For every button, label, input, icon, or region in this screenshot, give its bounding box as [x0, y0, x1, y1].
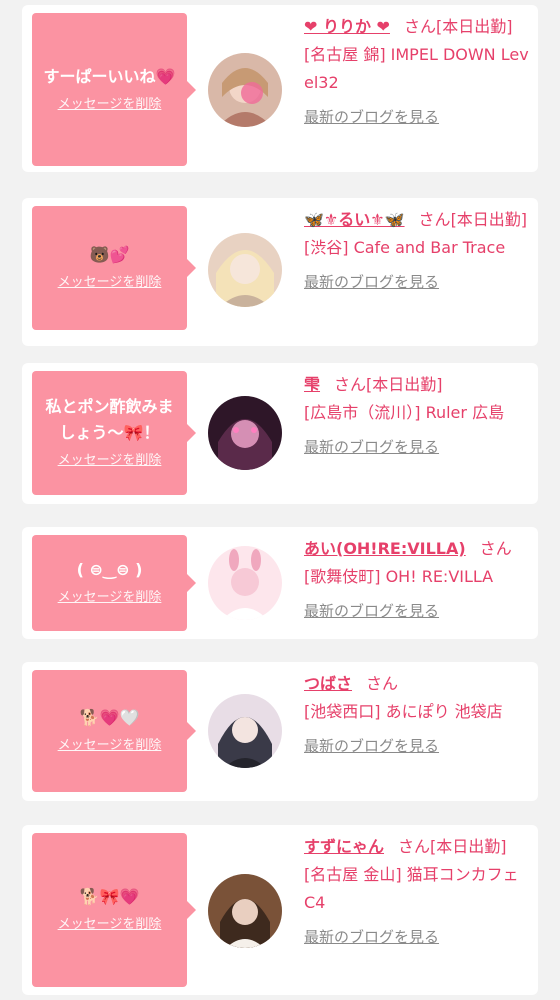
message-text: 🐕🎀💗 [79, 887, 140, 906]
message-list: すーぱーいいね💗 メッセージを削除 ❤ りりか ❤ さん[本日出勤] [名古屋 錦… [0, 0, 560, 1000]
avatar-image [208, 233, 282, 307]
cast-name-link[interactable]: 🦋⚜るい⚜🦋 [304, 210, 405, 229]
avatar[interactable] [208, 233, 282, 307]
shop-name: [名古屋 金山] 猫耳コンカフェ C4 [304, 865, 519, 912]
avatar[interactable] [208, 694, 282, 768]
latest-blog-link[interactable]: 最新のブログを見る [304, 923, 439, 951]
shop-name: [渋谷] Cafe and Bar Trace [304, 238, 506, 257]
message-card: 🐕💗🤍 メッセージを削除 つばさ さん [池袋西口] あにぽり 池袋店 最新のブロ… [22, 662, 538, 801]
message-bubble: 🐕💗🤍 メッセージを削除 [32, 670, 196, 792]
delete-message-link[interactable]: メッセージを削除 [58, 914, 162, 936]
latest-blog-link[interactable]: 最新のブログを見る [304, 103, 439, 131]
message-card: 🐕🎀💗 メッセージを削除 すずにゃん さん[本日出勤] [名古屋 金山] 猫耳コン… [22, 825, 538, 995]
latest-blog-link[interactable]: 最新のブログを見る [304, 732, 439, 760]
avatar-image [208, 396, 282, 470]
attendance-status: [本日出勤] [435, 17, 513, 36]
latest-blog-link[interactable]: 最新のブログを見る [304, 597, 439, 625]
message-card: 私とポン酢飲みましょう〜🎀！ メッセージを削除 雫さん[本日出勤] [広島市（流… [22, 363, 538, 504]
avatar[interactable] [208, 874, 282, 948]
latest-blog-link[interactable]: 最新のブログを見る [304, 268, 439, 296]
cast-name-link[interactable]: ❤ りりか ❤ [304, 17, 390, 36]
cast-name-link[interactable]: つばさ [304, 674, 352, 693]
message-text: 私とポン酢飲みましょう〜🎀！ [45, 397, 174, 442]
honorific: さん [403, 17, 436, 36]
latest-blog-link[interactable]: 最新のブログを見る [304, 433, 439, 461]
cast-info: 雫さん[本日出勤] [広島市（流川）] Ruler 広島 最新のブログを見る [304, 371, 530, 461]
cast-name-link[interactable]: あい(OH!RE:VILLA) [304, 539, 466, 558]
avatar-image [208, 53, 282, 127]
message-card: 🐻💕 メッセージを削除 🦋⚜るい⚜🦋 さん[本日出勤] [渋谷] Cafe and… [22, 198, 538, 346]
message-bubble: 🐕🎀💗 メッセージを削除 [32, 833, 196, 987]
message-card: すーぱーいいね💗 メッセージを削除 ❤ りりか ❤ さん[本日出勤] [名古屋 錦… [22, 5, 538, 172]
shop-name: [歌舞伎町] OH! RE:VILLA [304, 567, 494, 586]
delete-message-link[interactable]: メッセージを削除 [58, 450, 162, 472]
message-text: 🐻💕 [89, 245, 130, 264]
message-text: すーぱーいいね💗 [43, 66, 176, 86]
honorific: さん [366, 674, 399, 693]
delete-message-link[interactable]: メッセージを削除 [58, 94, 162, 116]
avatar[interactable] [208, 53, 282, 127]
delete-message-link[interactable]: メッセージを削除 [58, 272, 162, 294]
message-text: ( ⊜‿⊜ ) [76, 560, 143, 579]
cast-info: すずにゃん さん[本日出勤] [名古屋 金山] 猫耳コンカフェ C4 最新のブログ… [304, 833, 530, 951]
message-card: ( ⊜‿⊜ ) メッセージを削除 あい(OH!RE:VILLA) さん [歌舞伎町… [22, 527, 538, 639]
avatar-image [208, 546, 282, 620]
cast-name-link[interactable]: 雫 [304, 375, 320, 394]
message-bubble: すーぱーいいね💗 メッセージを削除 [32, 13, 196, 166]
delete-message-link[interactable]: メッセージを削除 [58, 735, 162, 757]
cast-info: ❤ りりか ❤ さん[本日出勤] [名古屋 錦] IMPEL DOWN Level… [304, 13, 530, 131]
shop-name: [広島市（流川）] Ruler 広島 [304, 403, 505, 422]
message-bubble: 🐻💕 メッセージを削除 [32, 206, 196, 330]
cast-name-link[interactable]: すずにゃん [304, 837, 384, 856]
honorific: さん [398, 837, 431, 856]
shop-name: [池袋西口] あにぽり 池袋店 [304, 702, 503, 721]
delete-message-link[interactable]: メッセージを削除 [58, 587, 162, 609]
message-bubble: 私とポン酢飲みましょう〜🎀！ メッセージを削除 [32, 371, 196, 495]
avatar[interactable] [208, 396, 282, 470]
cast-info: 🦋⚜るい⚜🦋 さん[本日出勤] [渋谷] Cafe and Bar Trace 最… [304, 206, 530, 296]
honorific: さん [479, 539, 512, 558]
attendance-status: [本日出勤] [366, 375, 443, 394]
avatar-image [208, 874, 282, 948]
attendance-status: [本日出勤] [430, 837, 507, 856]
shop-name: [名古屋 錦] IMPEL DOWN Level32 [304, 45, 529, 92]
honorific: さん [334, 375, 367, 394]
cast-info: あい(OH!RE:VILLA) さん [歌舞伎町] OH! RE:VILLA 最新… [304, 535, 530, 625]
attendance-status: [本日出勤] [450, 210, 528, 229]
avatar-image [208, 694, 282, 768]
cast-info: つばさ さん [池袋西口] あにぽり 池袋店 最新のブログを見る [304, 670, 530, 760]
avatar[interactable] [208, 546, 282, 620]
message-text: 🐕💗🤍 [79, 708, 140, 727]
message-bubble: ( ⊜‿⊜ ) メッセージを削除 [32, 535, 196, 631]
honorific: さん [418, 210, 451, 229]
